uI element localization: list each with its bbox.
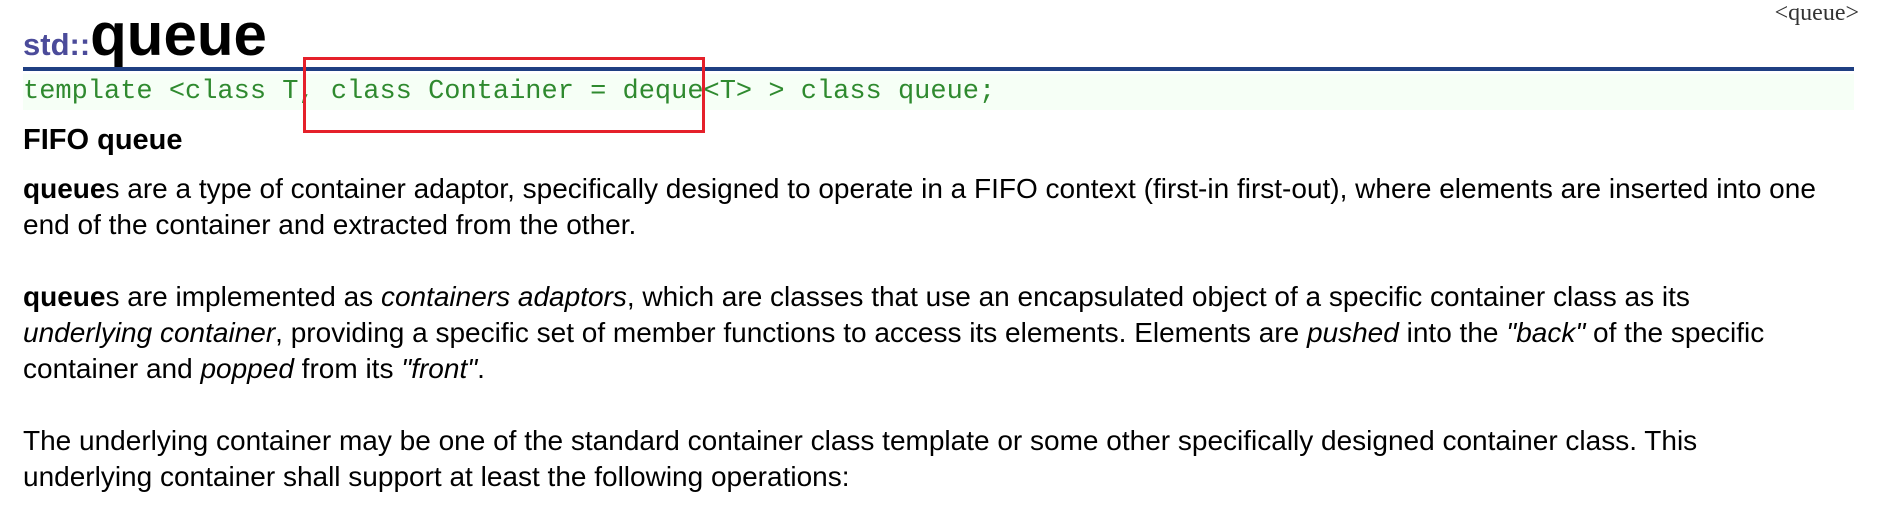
para2-italic-4: "back" bbox=[1506, 317, 1586, 348]
description-paragraph-1: queues are a type of container adaptor, … bbox=[23, 171, 1823, 243]
para2-term[interactable]: queue bbox=[23, 281, 105, 312]
title-divider bbox=[23, 67, 1854, 71]
reference-page: <queue> std::queue template <class T, cl… bbox=[0, 0, 1879, 521]
para1-term[interactable]: queue bbox=[23, 173, 105, 204]
header-include-link[interactable]: <queue> bbox=[1775, 0, 1859, 27]
title-name: queue bbox=[90, 1, 267, 68]
title-namespace: std:: bbox=[23, 27, 91, 62]
prototype-before: template <class T, bbox=[23, 77, 331, 107]
para2-text-4: into the bbox=[1398, 317, 1507, 348]
para2-italic-1: containers adaptors bbox=[380, 281, 627, 312]
section-title: FIFO queue bbox=[23, 124, 183, 156]
description-paragraph-3: The underlying container may be one of t… bbox=[23, 425, 1698, 492]
para2-text-1: s are implemented as bbox=[105, 281, 381, 312]
para2-italic-2: underlying container bbox=[23, 317, 276, 348]
para2-italic-6: "front" bbox=[401, 353, 478, 384]
para1-text: s are a type of container adaptor, speci… bbox=[23, 173, 1816, 240]
template-prototype: template <class T, class Container = deq… bbox=[23, 74, 1854, 110]
page-title: std::queue bbox=[23, 0, 267, 68]
para2-italic-5: popped bbox=[200, 353, 294, 384]
highlight-annotation-box bbox=[303, 57, 705, 133]
para2-text-3: , providing a specific set of member fun… bbox=[275, 317, 1307, 348]
prototype-after: > class queue; bbox=[752, 77, 996, 107]
para2-italic-3: pushed bbox=[1306, 317, 1399, 348]
description-paragraph-2: queues are implemented as containers ada… bbox=[23, 279, 1823, 387]
para2-text-2: , which are classes that use an encapsul… bbox=[626, 281, 1690, 312]
para2-text-7: . bbox=[477, 353, 485, 384]
para2-text-6: from its bbox=[293, 353, 402, 384]
